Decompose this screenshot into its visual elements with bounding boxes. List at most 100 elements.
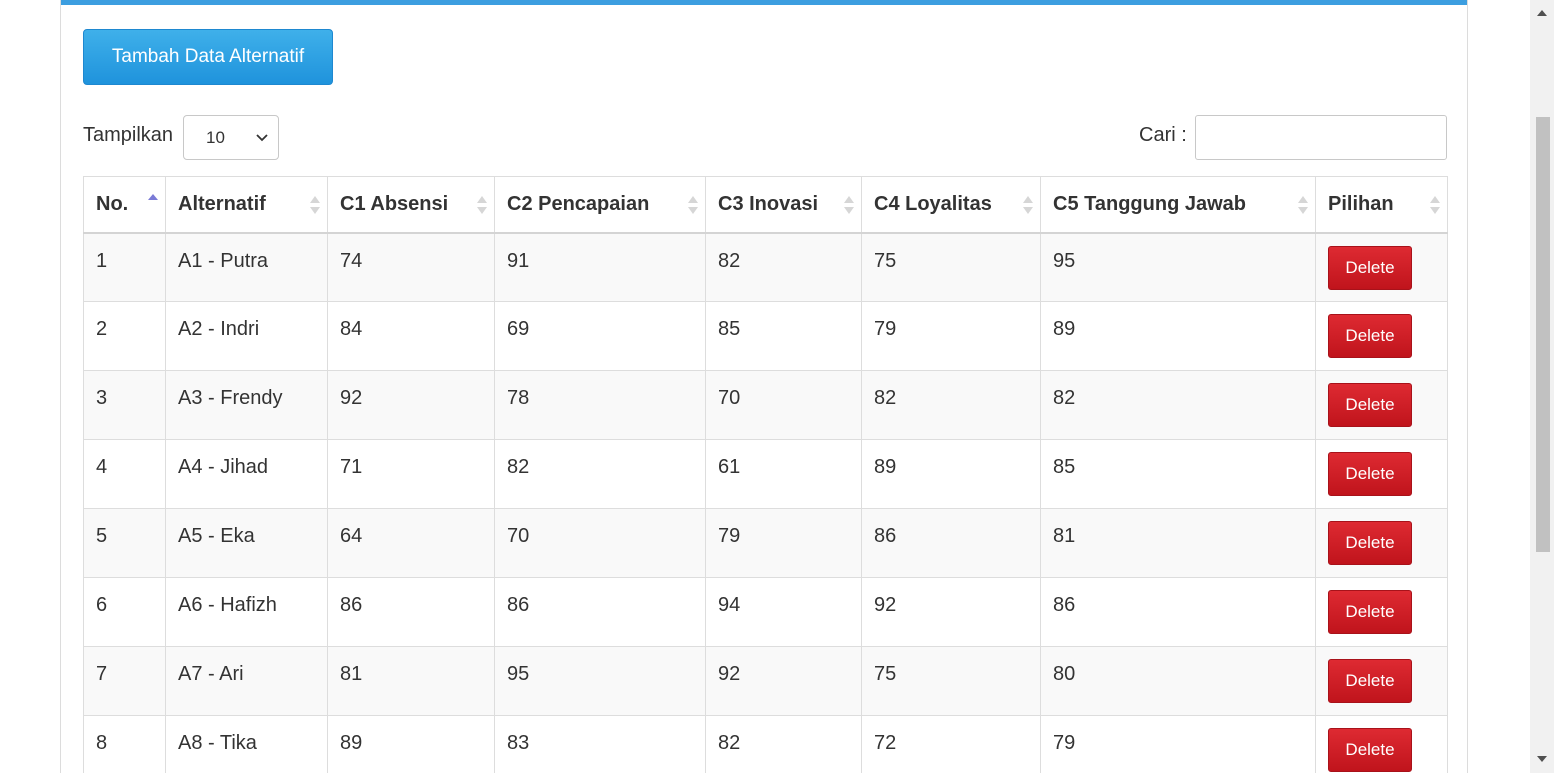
cell-c4: 89	[861, 439, 1041, 509]
page-length-value: 10	[206, 127, 225, 147]
cell-c2: 83	[494, 715, 706, 773]
table-row: 1 A1 - Putra 74 91 82 75 95 Delete	[83, 232, 1448, 302]
cell-alternatif: A5 - Eka	[165, 508, 328, 578]
cell-c4: 75	[861, 646, 1041, 716]
cell-c2: 78	[494, 370, 706, 440]
column-header-label: C2 Pencapaian	[507, 192, 650, 215]
column-header-0[interactable]: No.	[83, 176, 166, 234]
cell-pilihan: Delete	[1315, 508, 1448, 578]
delete-button[interactable]: Delete	[1328, 590, 1412, 634]
cell-c2: 69	[494, 301, 706, 371]
cell-c3: 92	[705, 646, 862, 716]
scroll-down-arrow-icon[interactable]	[1536, 754, 1548, 764]
cell-c5: 89	[1040, 301, 1316, 371]
column-header-3[interactable]: C2 Pencapaian	[494, 176, 706, 234]
delete-button[interactable]: Delete	[1328, 314, 1412, 358]
table-body: 1 A1 - Putra 74 91 82 75 95 Delete 2 A2 - Indri 84…	[83, 232, 1448, 773]
cell-no: 6	[83, 577, 166, 647]
delete-button[interactable]: Delete	[1328, 383, 1412, 427]
cell-no: 2	[83, 301, 166, 371]
cell-pilihan: Delete	[1315, 301, 1448, 371]
column-header-7[interactable]: Pilihan	[1315, 176, 1448, 234]
delete-button[interactable]: Delete	[1328, 452, 1412, 496]
delete-button[interactable]: Delete	[1328, 245, 1412, 290]
column-header-4[interactable]: C3 Inovasi	[705, 176, 862, 234]
sort-both-icon	[1430, 196, 1440, 214]
page-length-select[interactable]: 10	[183, 115, 279, 160]
delete-button[interactable]: Delete	[1328, 659, 1412, 703]
table-header-row: No. Alternatif C1 Absensi C2 Pencapaian C3 I…	[83, 176, 1448, 234]
cell-c1: 89	[327, 715, 495, 773]
table-row: 8 A8 - Tika 89 83 82 72 79 Delete	[83, 715, 1448, 773]
column-header-6[interactable]: C5 Tanggung Jawab	[1040, 176, 1316, 234]
cell-c2: 70	[494, 508, 706, 578]
cell-pilihan: Delete	[1315, 439, 1448, 509]
column-header-2[interactable]: C1 Absensi	[327, 176, 495, 234]
cell-c5: 95	[1040, 232, 1316, 302]
scrollbar-thumb[interactable]	[1536, 117, 1550, 552]
sort-asc-icon	[148, 194, 158, 200]
length-label: Tampilkan	[83, 124, 174, 146]
cell-no: 7	[83, 646, 166, 716]
cell-c3: 79	[705, 508, 862, 578]
cell-c3: 94	[705, 577, 862, 647]
cell-pilihan: Delete	[1315, 370, 1448, 440]
cell-alternatif: A3 - Frendy	[165, 370, 328, 440]
cell-c2: 86	[494, 577, 706, 647]
cell-c4: 72	[861, 715, 1041, 773]
content-panel: Tambah Data Alternatif Tampilkan 10 Cari…	[60, 0, 1468, 773]
delete-button[interactable]: Delete	[1328, 521, 1412, 565]
sort-both-icon	[688, 196, 698, 214]
column-header-label: C1 Absensi	[340, 192, 449, 215]
table-row: 3 A3 - Frendy 92 78 70 82 82 Delete	[83, 370, 1448, 440]
table-row: 5 A5 - Eka 64 70 79 86 81 Delete	[83, 508, 1448, 578]
cell-c3: 82	[705, 232, 862, 302]
cell-alternatif: A8 - Tika	[165, 715, 328, 773]
cell-alternatif: A1 - Putra	[165, 232, 328, 302]
delete-button[interactable]: Delete	[1328, 728, 1412, 772]
vertical-scrollbar[interactable]	[1530, 0, 1554, 773]
table-row: 7 A7 - Ari 81 95 92 75 80 Delete	[83, 646, 1448, 716]
cell-c3: 70	[705, 370, 862, 440]
sort-both-icon	[1298, 196, 1308, 214]
cell-c2: 95	[494, 646, 706, 716]
cell-pilihan: Delete	[1315, 715, 1448, 773]
sort-both-icon	[844, 196, 854, 214]
scroll-up-arrow-icon[interactable]	[1536, 8, 1548, 18]
cell-pilihan: Delete	[1315, 577, 1448, 647]
table-row: 2 A2 - Indri 84 69 85 79 89 Delete	[83, 301, 1448, 371]
cell-no: 5	[83, 508, 166, 578]
cell-c5: 85	[1040, 439, 1316, 509]
cell-c1: 64	[327, 508, 495, 578]
panel-top-border	[61, 0, 1467, 5]
cell-c2: 82	[494, 439, 706, 509]
cell-c4: 79	[861, 301, 1041, 371]
sort-both-icon	[310, 196, 320, 214]
search-input[interactable]	[1195, 115, 1447, 160]
cell-c4: 75	[861, 232, 1041, 302]
column-header-label: Alternatif	[178, 192, 266, 215]
cell-c5: 82	[1040, 370, 1316, 440]
cell-c1: 81	[327, 646, 495, 716]
cell-c1: 86	[327, 577, 495, 647]
column-header-label: C3 Inovasi	[718, 192, 819, 215]
chevron-down-icon	[256, 134, 268, 142]
cell-c4: 92	[861, 577, 1041, 647]
cell-no: 4	[83, 439, 166, 509]
cell-c5: 81	[1040, 508, 1316, 578]
cell-c3: 82	[705, 715, 862, 773]
column-header-label: Pilihan	[1328, 192, 1394, 215]
cell-alternatif: A2 - Indri	[165, 301, 328, 371]
search-label: Cari :	[1139, 124, 1187, 146]
column-header-5[interactable]: C4 Loyalitas	[861, 176, 1041, 234]
sort-both-icon	[477, 196, 487, 214]
cell-alternatif: A4 - Jihad	[165, 439, 328, 509]
column-header-1[interactable]: Alternatif	[165, 176, 328, 234]
cell-c5: 80	[1040, 646, 1316, 716]
cell-pilihan: Delete	[1315, 646, 1448, 716]
column-header-label: C5 Tanggung Jawab	[1053, 192, 1246, 215]
cell-c5: 79	[1040, 715, 1316, 773]
add-alternative-button[interactable]: Tambah Data Alternatif	[83, 29, 333, 85]
cell-no: 8	[83, 715, 166, 773]
alternatives-table: No. Alternatif C1 Absensi C2 Pencapaian C3 I…	[83, 176, 1448, 773]
